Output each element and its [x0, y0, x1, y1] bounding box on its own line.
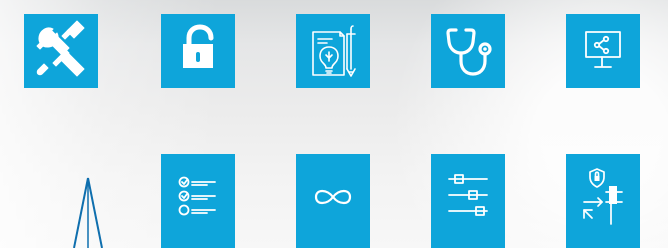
security-routing-tile — [566, 154, 640, 248]
slider-controls-icon — [431, 154, 505, 248]
security-routing-icon — [566, 154, 640, 248]
tools-icon — [24, 14, 98, 88]
monitor-share-tile — [566, 14, 640, 88]
stethoscope-tile — [431, 14, 505, 88]
checklist-tile — [161, 154, 235, 248]
checklist-icon — [161, 154, 235, 248]
unlock-icon — [183, 14, 235, 68]
tools-tile — [24, 14, 98, 88]
infinity-tile — [296, 154, 370, 248]
unlock-tile — [161, 14, 235, 88]
stethoscope-icon — [431, 14, 505, 88]
monitor-share-icon — [566, 14, 640, 88]
idea-document-tile — [296, 14, 370, 88]
infinity-icon — [296, 154, 370, 248]
idea-document-icon — [296, 14, 370, 88]
slider-controls-tile — [431, 154, 505, 248]
tower-spire — [73, 177, 103, 248]
